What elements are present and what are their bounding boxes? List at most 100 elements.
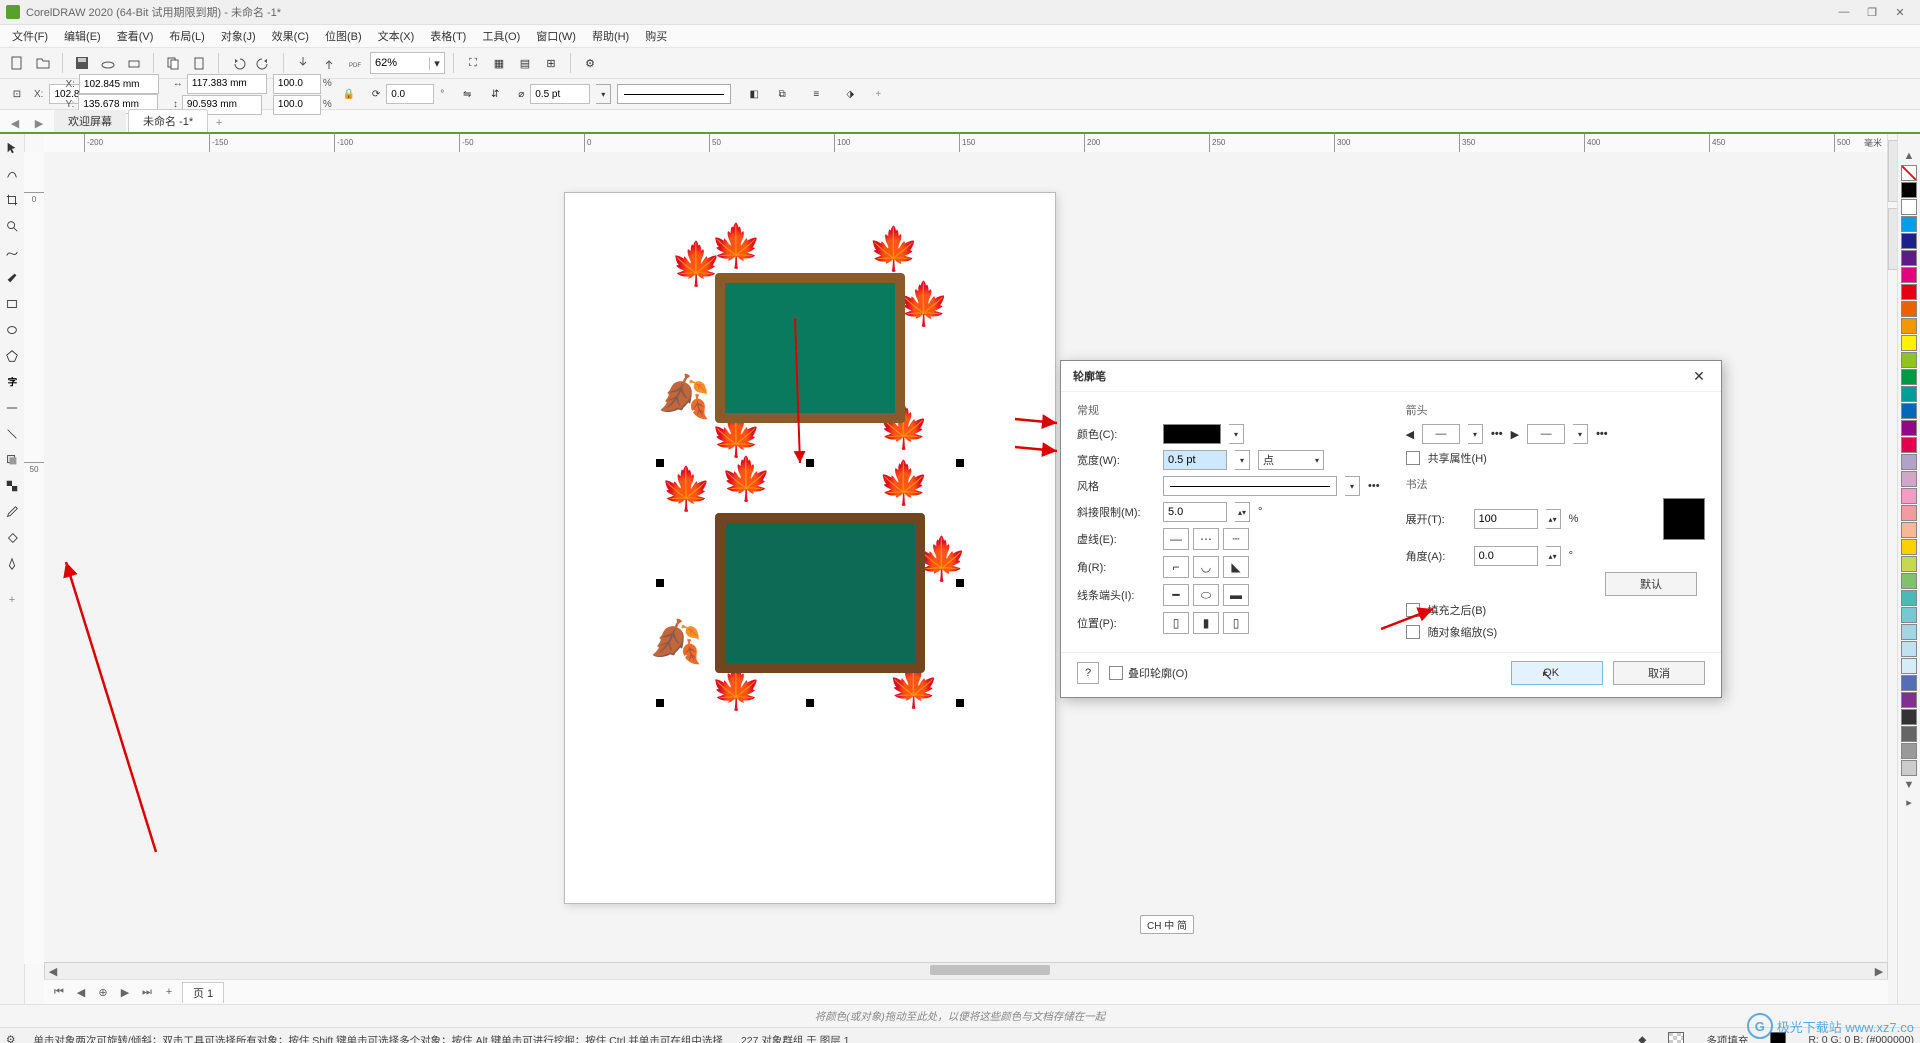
color-swatch[interactable] (1901, 216, 1917, 232)
copy-icon[interactable] (162, 52, 184, 74)
color-swatch[interactable] (1901, 488, 1917, 504)
fill-tool-icon[interactable] (2, 528, 22, 548)
spread-input[interactable] (1474, 509, 1538, 529)
align-icon[interactable]: ≡ (805, 83, 827, 105)
image-object-top[interactable]: 🍁 🍁 🍁 🍁 🍂 🍁 🍁 (670, 233, 940, 448)
add-icon[interactable]: + (867, 83, 889, 105)
menu-buy[interactable]: 购买 (637, 25, 675, 47)
handle-bm[interactable] (806, 699, 814, 707)
share-attributes-checkbox[interactable]: 共享属性(H) (1406, 450, 1705, 466)
color-swatch[interactable] (1901, 624, 1917, 640)
default-button[interactable]: 默认 (1605, 572, 1697, 596)
color-drop-icon[interactable]: ▾ (1229, 424, 1244, 444)
color-swatch[interactable] (1901, 726, 1917, 742)
help-icon[interactable]: ? (1077, 662, 1099, 684)
page-prev-icon[interactable]: ◀ (72, 983, 90, 1001)
arrow-end-more-icon[interactable]: ••• (1596, 428, 1608, 440)
tab-prev-icon[interactable]: ◀ (6, 114, 24, 132)
color-swatch[interactable] (1901, 284, 1917, 300)
scroll-thumb[interactable] (930, 965, 1050, 975)
handle-tr[interactable] (956, 459, 964, 467)
eyedropper-tool-icon[interactable] (2, 502, 22, 522)
page-first-icon[interactable]: ⏮ (50, 983, 68, 1001)
rotation-input[interactable] (386, 84, 434, 104)
convert-icon[interactable]: ⬗ (839, 83, 861, 105)
scale-x-input[interactable] (273, 74, 321, 94)
h-scrollbar[interactable]: ◀ ▶ (44, 962, 1888, 980)
color-swatch[interactable] (1901, 692, 1917, 708)
color-swatch[interactable] (1901, 573, 1917, 589)
scale-y-input[interactable] (273, 95, 321, 115)
cloud-icon[interactable] (97, 52, 119, 74)
guides-icon[interactable]: ⊞ (540, 52, 562, 74)
handle-bl[interactable] (656, 699, 664, 707)
menu-effect[interactable]: 效果(C) (264, 25, 317, 47)
page-add-icon[interactable]: + (160, 983, 178, 1001)
menu-window[interactable]: 窗口(W) (528, 25, 584, 47)
vertical-ruler[interactable]: 0 50 (24, 152, 45, 964)
add-tab-icon[interactable]: + (210, 114, 228, 132)
color-swatch[interactable] (1901, 556, 1917, 572)
parallel-dim-icon[interactable] (2, 398, 22, 418)
menu-layout[interactable]: 布局(L) (161, 25, 212, 47)
spread-spinner-icon[interactable]: ▴▾ (1546, 509, 1561, 529)
ime-indicator[interactable]: CH 中 简 (1140, 915, 1194, 934)
handle-ml[interactable] (656, 579, 664, 587)
horizontal-ruler[interactable]: -200 -150 -100 -50 0 50 100 150 200 250 … (44, 134, 1888, 153)
restore-icon[interactable]: ❐ (1858, 2, 1886, 22)
pdf-icon[interactable]: PDF (344, 52, 366, 74)
zoom-tool-icon[interactable] (2, 216, 22, 236)
style-more-icon[interactable]: ••• (1368, 480, 1380, 492)
dash-opt-2[interactable]: ⋯ (1193, 528, 1219, 550)
tab-welcome[interactable]: 欢迎屏幕 (54, 110, 126, 132)
color-swatch[interactable] (1901, 420, 1917, 436)
line-style-picker[interactable] (1163, 476, 1337, 496)
scale-with-object-checkbox[interactable]: 随对象缩放(S) (1406, 624, 1705, 640)
angle-spinner-icon[interactable]: ▴▾ (1546, 546, 1561, 566)
pos-outside-icon[interactable]: ▯ (1163, 612, 1189, 634)
palette-options-icon[interactable]: ▸ (1901, 796, 1917, 808)
fill-behind-checkbox[interactable]: 填充之后(B) (1406, 602, 1705, 618)
menu-tools[interactable]: 工具(O) (474, 25, 528, 47)
wrap-text-icon[interactable]: ◧ (743, 83, 765, 105)
color-swatch[interactable] (1901, 539, 1917, 555)
ellipse-tool-icon[interactable] (2, 320, 22, 340)
color-swatch[interactable] (1901, 369, 1917, 385)
scroll-left-icon[interactable]: ◀ (45, 963, 61, 979)
print-icon[interactable] (123, 52, 145, 74)
overprint-checkbox[interactable]: 叠印轮廓(O) (1109, 665, 1188, 681)
dash-opt-1[interactable]: — (1163, 528, 1189, 550)
mirror-v-icon[interactable]: ⇵ (484, 83, 506, 105)
color-swatch[interactable] (1901, 318, 1917, 334)
handle-tm[interactable] (806, 459, 814, 467)
color-swatch[interactable] (1901, 590, 1917, 606)
new-icon[interactable] (6, 52, 28, 74)
arrow-start-more-icon[interactable]: ••• (1491, 428, 1503, 440)
pick-tool-icon[interactable] (2, 138, 22, 158)
menu-view[interactable]: 查看(V) (109, 25, 162, 47)
save-icon[interactable] (71, 52, 93, 74)
text-tool-icon[interactable]: 字 (2, 372, 22, 392)
outline-style-picker[interactable] (617, 84, 731, 104)
corner-bevel-icon[interactable]: ◣ (1223, 556, 1249, 578)
menu-table[interactable]: 表格(T) (422, 25, 474, 47)
palette-down-icon[interactable]: ▼ (1901, 779, 1917, 791)
scroll-right-icon[interactable]: ▶ (1871, 963, 1887, 979)
scroll-track[interactable] (61, 963, 1871, 979)
transparency-tool-icon[interactable] (2, 476, 22, 496)
redo-icon[interactable] (253, 52, 275, 74)
color-swatch[interactable] (1901, 522, 1917, 538)
color-swatch[interactable] (1901, 199, 1917, 215)
menu-edit[interactable]: 编辑(E) (56, 25, 109, 47)
chevron-down-icon[interactable]: ▾ (429, 57, 444, 70)
color-swatch[interactable] (1901, 760, 1917, 776)
close-icon[interactable]: ✕ (1886, 2, 1914, 22)
outline-width-drop[interactable]: ▾ (596, 84, 611, 104)
snap-icon[interactable]: ▦ (488, 52, 510, 74)
menu-text[interactable]: 文本(X) (370, 25, 423, 47)
zoom-input[interactable] (371, 57, 429, 69)
freehand-tool-icon[interactable] (2, 242, 22, 262)
menu-bitmap[interactable]: 位图(B) (317, 25, 370, 47)
color-swatch[interactable] (1901, 454, 1917, 470)
arrow-end-picker[interactable]: — (1527, 424, 1565, 444)
